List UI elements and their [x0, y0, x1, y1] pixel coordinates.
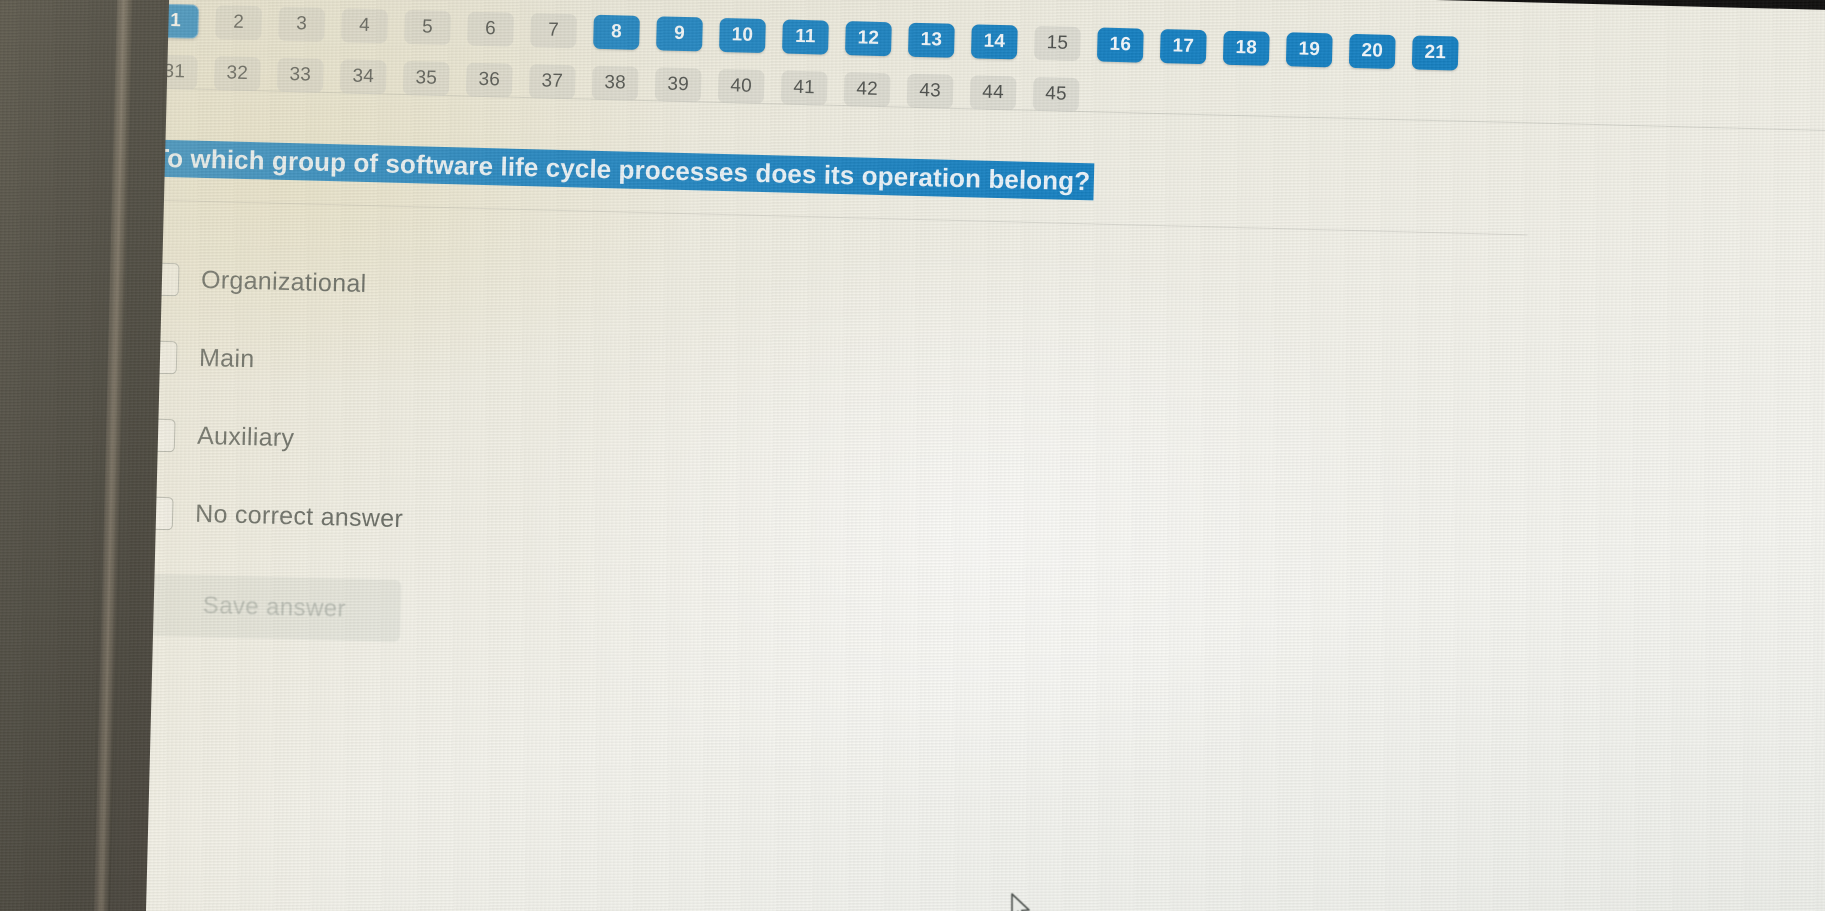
question-nav-button-14[interactable]: 14	[970, 24, 1018, 60]
question-nav-button-41[interactable]: 41	[780, 70, 828, 106]
question-nav-button-35[interactable]: 35	[402, 60, 450, 97]
question-nav-button-37[interactable]: 37	[528, 64, 576, 100]
question-nav-button-44[interactable]: 44	[969, 75, 1017, 111]
question-nav-button-12[interactable]: 12	[844, 21, 892, 57]
question-nav-button-38[interactable]: 38	[591, 65, 639, 101]
question-nav-button-7[interactable]: 7	[530, 13, 577, 49]
question-nav-button-4[interactable]: 4	[341, 8, 388, 44]
question-nav-button-17[interactable]: 17	[1159, 29, 1207, 65]
question-nav-button-19[interactable]: 19	[1285, 32, 1333, 68]
question-nav-button-6[interactable]: 6	[467, 11, 514, 47]
question-nav-button-8[interactable]: 8	[593, 14, 640, 50]
laptop-screen-photo: 1 2 3 4 5 6 7 8 9 10 11 12 13 14 15 16 17 18 19 20 21 31 32 33…	[0, 0, 1825, 911]
question-nav-button-13[interactable]: 13	[907, 22, 955, 58]
question-nav-button-34[interactable]: 34	[339, 59, 387, 95]
question-nav-button-39[interactable]: 39	[654, 67, 702, 103]
answer-option-label: No correct answer	[194, 499, 404, 533]
question-nav-button-9[interactable]: 9	[656, 16, 703, 52]
laptop-bezel	[0, 0, 170, 911]
answer-options-list: Organizational Main Auxiliary No correct an…	[139, 239, 1147, 576]
question-nav-button-21[interactable]: 21	[1411, 35, 1459, 71]
question-nav-button-18[interactable]: 18	[1222, 30, 1270, 66]
question-nav-button-42[interactable]: 42	[843, 72, 891, 108]
question-nav-button-32[interactable]: 32	[213, 56, 261, 92]
question-nav-button-2[interactable]: 2	[215, 5, 263, 41]
question-nav-button-36[interactable]: 36	[465, 62, 513, 98]
question-nav-button-10[interactable]: 10	[719, 17, 766, 54]
question-nav-button-45[interactable]: 45	[1032, 76, 1080, 113]
question-nav-button-20[interactable]: 20	[1348, 33, 1396, 70]
quiz-page: 1 2 3 4 5 6 7 8 9 10 11 12 13 14 15 16 17 18 19 20 21 31 32 33…	[67, 0, 1825, 911]
question-nav-button-16[interactable]: 16	[1096, 27, 1144, 63]
question-nav-button-11[interactable]: 11	[782, 19, 829, 55]
question-nav-button-33[interactable]: 33	[276, 57, 324, 93]
answer-option-label: Auxiliary	[196, 421, 295, 452]
question-nav-button-40[interactable]: 40	[717, 68, 765, 105]
save-answer-button[interactable]: Save answer	[147, 573, 402, 643]
question-nav-button-15[interactable]: 15	[1033, 25, 1081, 62]
question-navigator-row-2: 31 32 33 34 35 36 37 38 39 40 41 42 43 44 45	[150, 54, 1080, 113]
question-text: To which group of software life cycle pr…	[148, 139, 1095, 201]
question-nav-button-3[interactable]: 3	[278, 6, 326, 42]
question-nav-button-43[interactable]: 43	[906, 73, 954, 109]
answer-option-label: Organizational	[200, 265, 367, 298]
answer-option-label: Main	[198, 343, 255, 373]
question-nav-button-5[interactable]: 5	[404, 9, 451, 46]
